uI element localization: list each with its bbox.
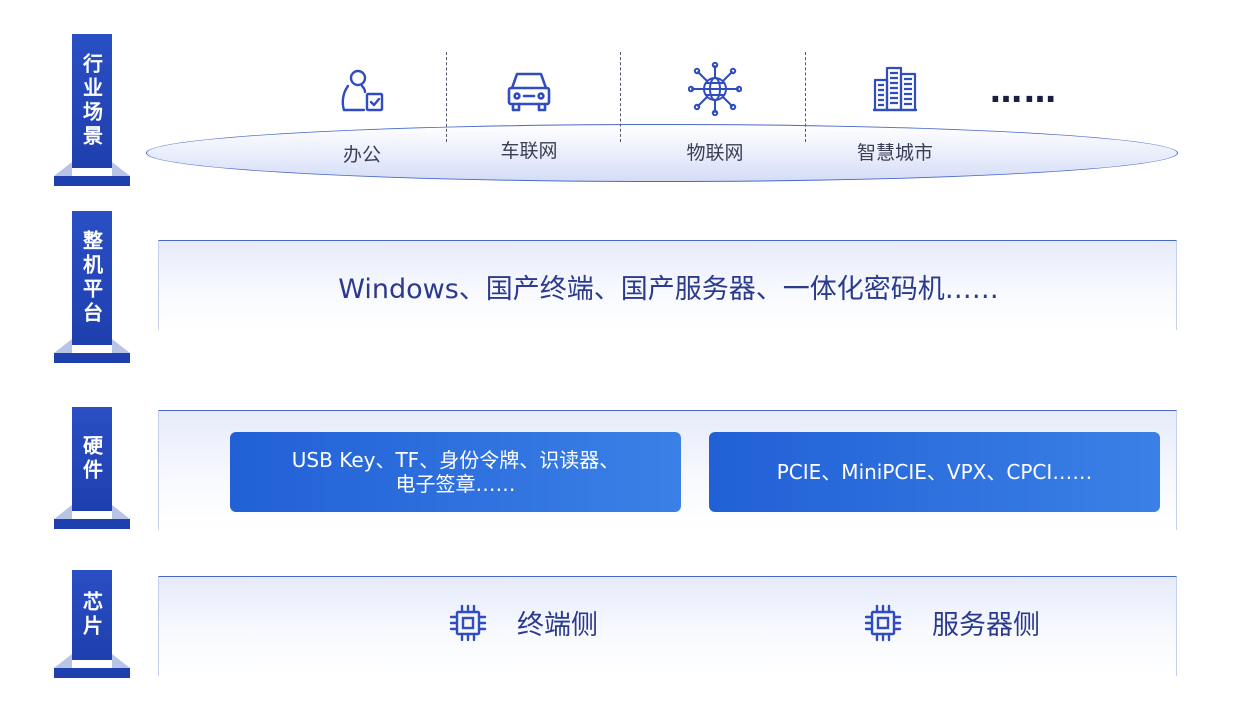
scenario-more-ellipsis: …… — [990, 72, 1058, 110]
hardware-terminal-line2: 电子签章…… — [395, 472, 516, 496]
chip-panel: 终端侧 服务器侧 — [158, 576, 1177, 676]
tier-label-chip-text: 芯片 — [72, 570, 112, 660]
tier-label-base — [54, 668, 130, 678]
chip-server-label: 服务器侧 — [932, 610, 1040, 641]
scenario-label: 物联网 — [686, 142, 744, 164]
tier-label-bevel — [54, 654, 72, 668]
tier-label-base — [54, 519, 130, 529]
scenario-divider — [446, 52, 447, 142]
hardware-panel: USB Key、TF、身份令牌、识读器、 电子签章…… PCIE、MiniPCI… — [158, 410, 1177, 530]
iot-globe-icon — [688, 62, 742, 116]
platform-panel: Windows、国产终端、国产服务器、一体化密码机…… — [158, 240, 1177, 330]
tier-label-platform: 整机平台 — [54, 211, 130, 363]
scenario-label: 办公 — [342, 144, 381, 166]
car-icon — [507, 72, 551, 112]
hardware-box-server: PCIE、MiniPCIE、VPX、CPCI…… — [709, 432, 1160, 512]
tier-label-bevel — [112, 339, 130, 353]
tier-label-chip: 芯片 — [54, 570, 130, 678]
city-building-icon — [873, 66, 917, 112]
scenario-label: 车联网 — [500, 140, 558, 162]
scenario-vehicle-network: 车联网 — [469, 66, 589, 162]
tier-label-bevel — [54, 505, 72, 519]
scenario-divider — [620, 52, 621, 142]
office-user-check-icon — [341, 69, 384, 112]
hardware-server-text: PCIE、MiniPCIE、VPX、CPCI…… — [776, 460, 1093, 484]
chip-icon — [449, 604, 487, 641]
chip-server-side: 服务器侧 — [864, 603, 1040, 642]
scenario-row: 办公 车联网 物联网 智慧城市 …… — [0, 0, 1249, 190]
tier-label-hardware-text: 硬件 — [72, 407, 112, 511]
tier-label-bevel — [54, 339, 72, 353]
scenario-iot: 物联网 — [655, 62, 775, 164]
tier-label-bevel — [112, 505, 130, 519]
tier-label-platform-text: 整机平台 — [72, 211, 112, 345]
tier-label-base — [54, 353, 130, 363]
chip-icon — [864, 604, 902, 641]
tier-label-hardware: 硬件 — [54, 407, 130, 529]
chip-terminal-side: 终端侧 — [449, 603, 598, 642]
platform-text: Windows、国产终端、国产服务器、一体化密码机…… — [338, 274, 999, 305]
hardware-box-terminal-text: USB Key、TF、身份令牌、识读器、 电子签章…… — [292, 448, 619, 496]
scenario-divider — [805, 52, 806, 142]
scenario-label: 智慧城市 — [856, 142, 933, 164]
scenario-smart-city: 智慧城市 — [835, 64, 955, 164]
hardware-terminal-line1: USB Key、TF、身份令牌、识读器、 — [291, 448, 620, 472]
hardware-box-terminal: USB Key、TF、身份令牌、识读器、 电子签章…… — [230, 432, 681, 512]
scenario-office: 办公 — [302, 66, 422, 166]
tier-label-bevel — [112, 654, 130, 668]
chip-terminal-label: 终端侧 — [517, 610, 598, 641]
